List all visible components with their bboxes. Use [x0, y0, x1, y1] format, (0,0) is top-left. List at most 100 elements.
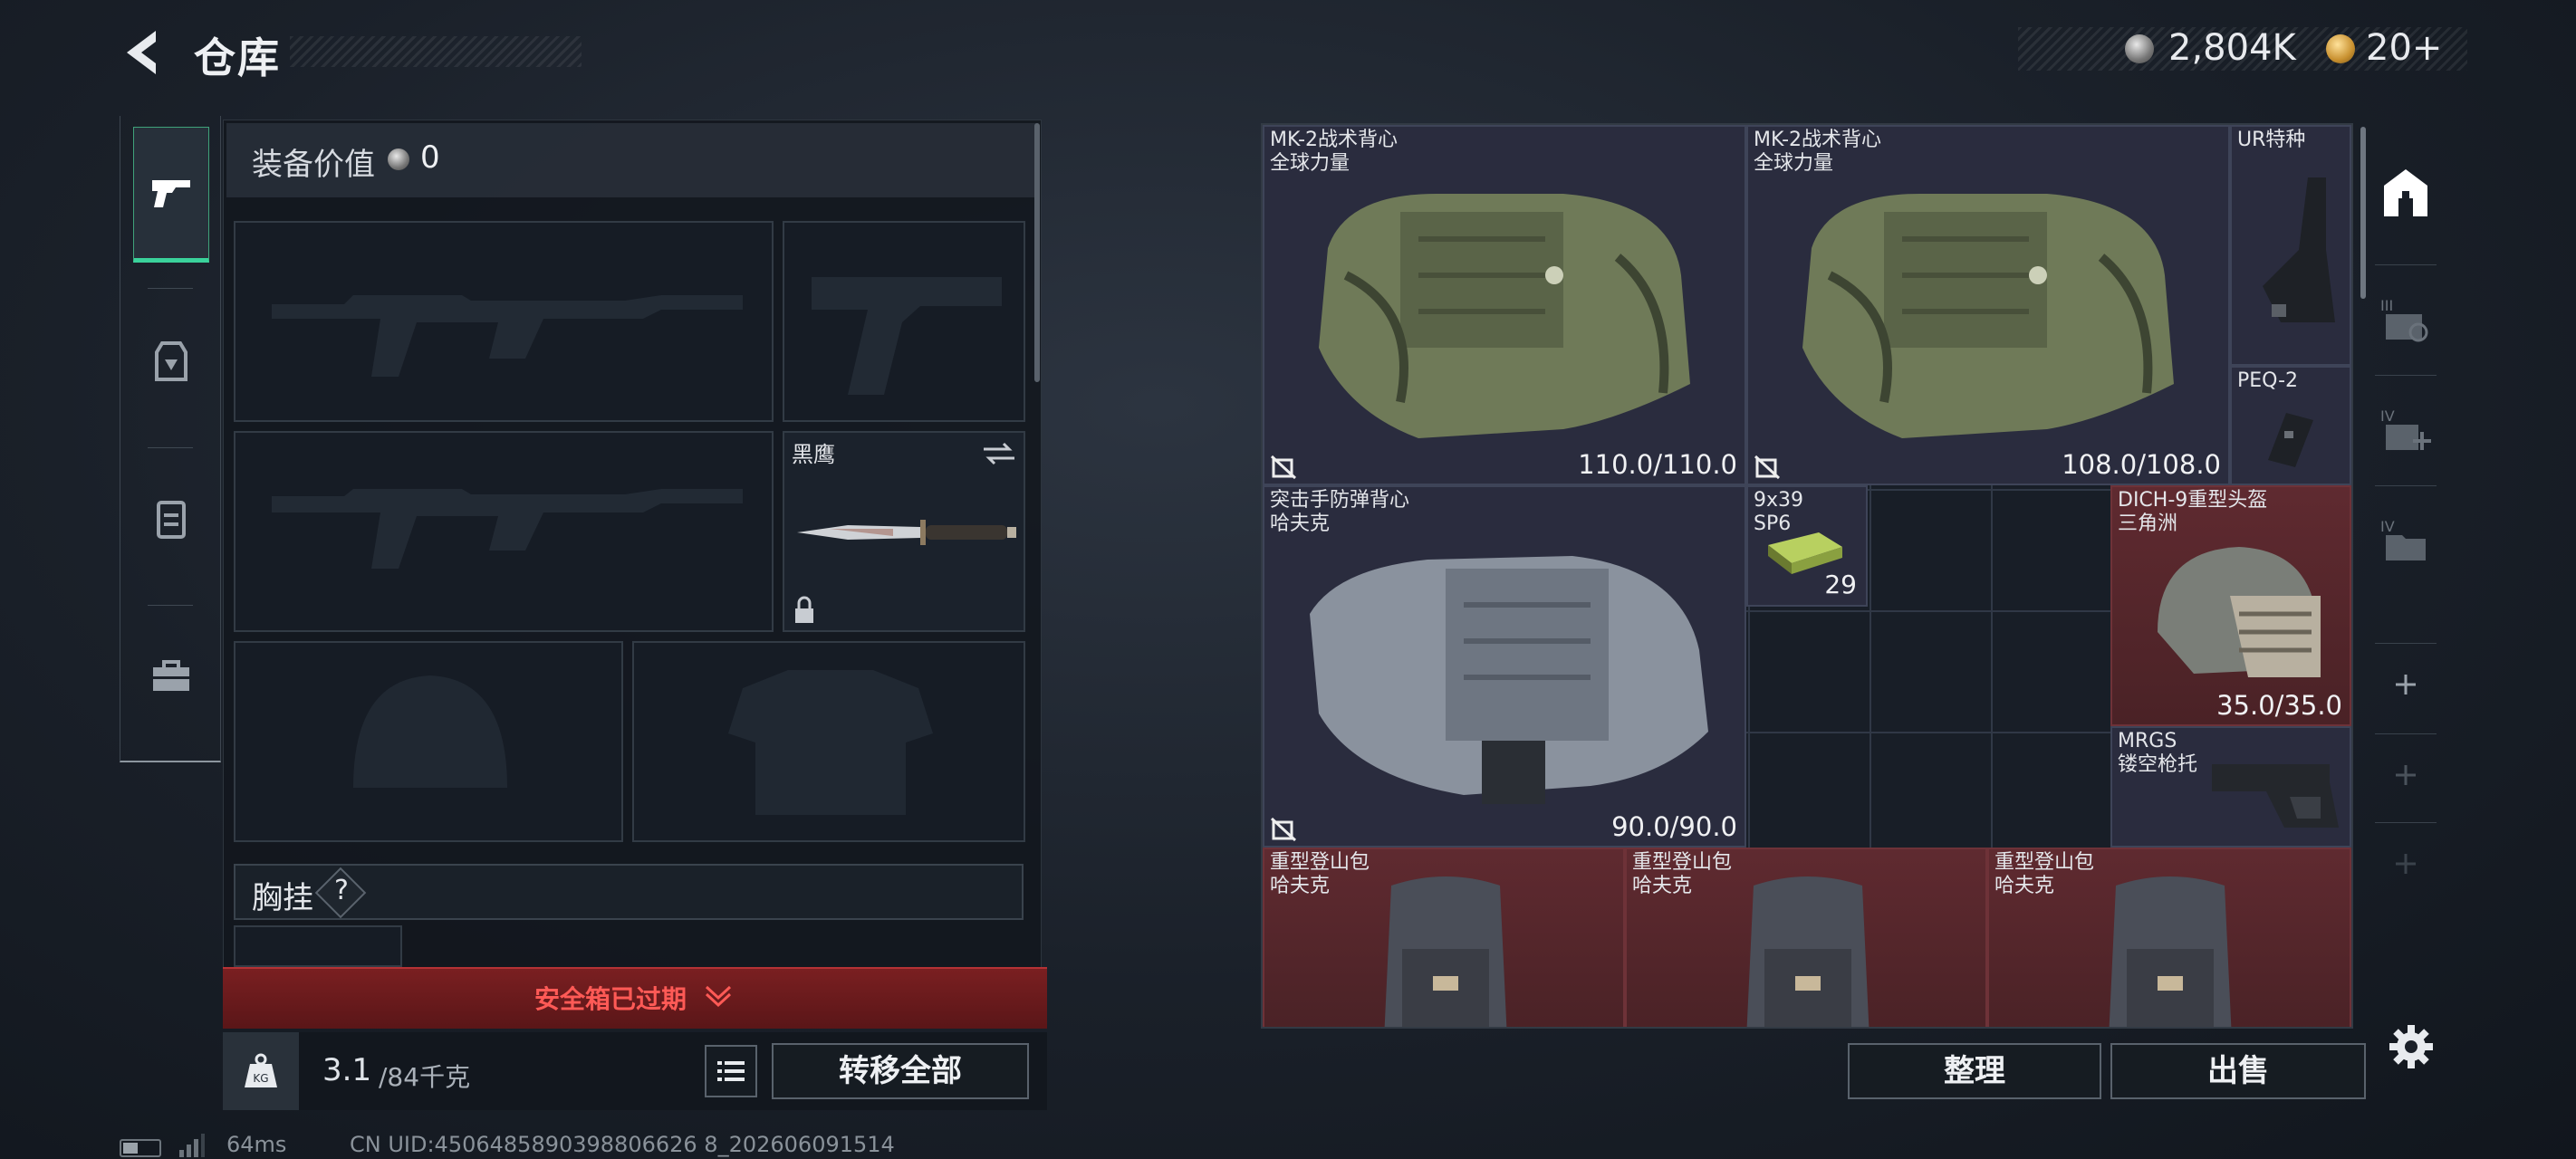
stash-tab-4-folder[interactable]: IV — [2366, 491, 2446, 590]
stash-item-ur-stock[interactable]: UR特种 — [2230, 125, 2351, 366]
ping-readout: 64ms — [226, 1132, 287, 1157]
stash-tab-4-medical[interactable]: IV — [2366, 380, 2446, 480]
knife-image — [797, 520, 1016, 545]
stock-image — [2263, 177, 2335, 322]
item-name: PEQ-2 — [2237, 369, 2299, 392]
pistol-icon — [152, 180, 190, 207]
nav-weapons[interactable] — [133, 127, 209, 263]
sort-button[interactable]: 整理 — [1848, 1043, 2101, 1099]
swap-icon[interactable] — [982, 440, 1016, 467]
list-button[interactable] — [705, 1045, 757, 1097]
stash-tab-home[interactable] — [2366, 125, 2446, 261]
svg-text:KG: KG — [253, 1072, 268, 1085]
item-durability: 110.0/110.0 — [1578, 449, 1737, 480]
loadout-category-nav — [120, 116, 221, 762]
heavy-helmet-image — [2158, 547, 2321, 677]
settings-gear-icon[interactable] — [2386, 1021, 2437, 1072]
page-title: 仓库 — [194, 34, 281, 82]
stash-item-vest-2[interactable]: MK-2战术背心 全球力量 108.0/108.0 — [1746, 125, 2230, 485]
add-tab-button-2[interactable] — [2366, 739, 2446, 811]
helmet-slot[interactable] — [234, 641, 623, 842]
secondary-weapon-slot[interactable] — [234, 431, 774, 632]
gold-ticket-icon — [2326, 34, 2355, 63]
add-tab-icon — [2396, 854, 2416, 874]
svg-text:III: III — [2380, 297, 2393, 314]
stash-grid: MK-2战术背心 全球力量 110.0/110.0 MK-2战术背心 全球力量 … — [1261, 123, 2353, 1029]
stash-item-peq2[interactable]: PEQ-2 — [2230, 366, 2351, 485]
nav-armor[interactable] — [133, 293, 209, 429]
money-amount: 2,804K — [2168, 27, 2296, 69]
camo-vest-image — [1310, 556, 1708, 804]
signal-icon — [179, 1134, 205, 1157]
item-durability: 108.0/108.0 — [2062, 449, 2221, 480]
user-uid: CN UID:4506485890398806626 8_20260609151… — [350, 1132, 895, 1157]
safe-box-status: 安全箱已过期 — [534, 984, 687, 1014]
silver-coin-icon — [388, 148, 409, 170]
stash-tab-nav: III IV IV — [2366, 125, 2446, 985]
stash-item-vest-1[interactable]: MK-2战术背心 全球力量 110.0/110.0 — [1263, 125, 1746, 485]
item-name: MRGS 镂空枪托 — [2118, 730, 2198, 776]
armor-slot[interactable] — [632, 641, 1025, 842]
list-icon — [717, 1061, 745, 1081]
lock-icon — [795, 596, 813, 623]
toolbox-icon — [153, 660, 189, 691]
no-trade-icon — [1270, 817, 1297, 842]
no-trade-icon — [1270, 455, 1297, 480]
stash-item-backpack-2[interactable]: 重型登山包 哈夫克 — [1625, 848, 1987, 1027]
back-arrow-icon — [127, 31, 156, 74]
nav-vest[interactable] — [133, 451, 209, 587]
svg-text:IV: IV — [2380, 407, 2395, 425]
stash-home-icon — [2384, 169, 2427, 216]
stash-tab-3-icon: III — [2380, 297, 2428, 342]
item-count: 29 — [1824, 570, 1857, 599]
weight-max: /84千克 — [379, 1062, 471, 1092]
backpack-image — [1746, 876, 1870, 1027]
title-decoration — [290, 36, 582, 67]
laser-module-image — [2268, 413, 2313, 467]
add-tab-button-1[interactable] — [2366, 648, 2446, 721]
stash-tab-4-medical-icon: IV — [2380, 407, 2431, 450]
chest-rig-label: 胸挂 — [252, 880, 313, 916]
kg-weight-icon: KG — [223, 1032, 299, 1110]
stash-tab-4-folder-icon: IV — [2380, 518, 2426, 560]
equip-value-label: 装备价值 — [252, 147, 375, 183]
stash-item-assault-vest[interactable]: 突击手防弹背心 哈夫克 90.0/90.0 — [1263, 485, 1746, 848]
item-name: 突击手防弹背心 哈夫克 — [1270, 489, 1410, 535]
pistol-silhouette-icon — [812, 277, 1002, 395]
add-tab-button-3[interactable] — [2366, 828, 2446, 900]
nav-toolbox[interactable] — [133, 608, 209, 744]
stash-item-mrgs-stock[interactable]: MRGS 镂空枪托 — [2110, 726, 2351, 848]
battery-icon — [120, 1139, 161, 1157]
melee-slot[interactable]: 黑鹰 — [783, 431, 1025, 632]
rifle-silhouette-icon — [272, 489, 743, 569]
ammo-box-image — [1768, 532, 1842, 574]
svg-text:IV: IV — [2380, 518, 2395, 535]
skeleton-stock-image — [2212, 764, 2339, 828]
ticket-amount: 20+ — [2366, 27, 2443, 69]
stash-item-ammo[interactable]: 9x39 SP6 29 — [1746, 485, 1868, 607]
rifle-silhouette-icon — [272, 295, 743, 377]
add-tab-icon — [2396, 765, 2416, 785]
weight-current: 3.1 — [322, 1052, 372, 1088]
back-button[interactable] — [120, 27, 165, 78]
helmet-silhouette-icon — [353, 675, 507, 788]
stash-item-backpack-1[interactable]: 重型登山包 哈夫克 — [1263, 848, 1625, 1027]
backpack-armor-icon — [155, 341, 187, 381]
loadout-scrollbar[interactable] — [1034, 123, 1040, 382]
sidearm-slot[interactable] — [783, 221, 1025, 422]
tactical-vest-image — [1802, 194, 2174, 438]
melee-name: 黑鹰 — [792, 442, 835, 467]
stash-item-backpack-3[interactable]: 重型登山包 哈夫克 — [1987, 848, 2351, 1027]
vest-icon — [157, 501, 186, 539]
primary-weapon-slot[interactable] — [234, 221, 774, 422]
sell-button[interactable]: 出售 — [2110, 1043, 2366, 1099]
equip-value: 0 — [420, 139, 440, 176]
transfer-all-button[interactable]: 转移全部 — [772, 1043, 1029, 1099]
chest-rig-slot[interactable] — [234, 925, 402, 967]
item-durability: 35.0/35.0 — [2216, 690, 2342, 721]
stash-item-helmet[interactable]: DICH-9重型头盔 三角洲 35.0/35.0 — [2110, 485, 2351, 726]
add-tab-icon — [2396, 675, 2416, 694]
stash-tab-3[interactable]: III — [2366, 270, 2446, 369]
item-name: DICH-9重型头盔 三角洲 — [2118, 489, 2268, 535]
armor-silhouette-icon — [728, 670, 933, 815]
